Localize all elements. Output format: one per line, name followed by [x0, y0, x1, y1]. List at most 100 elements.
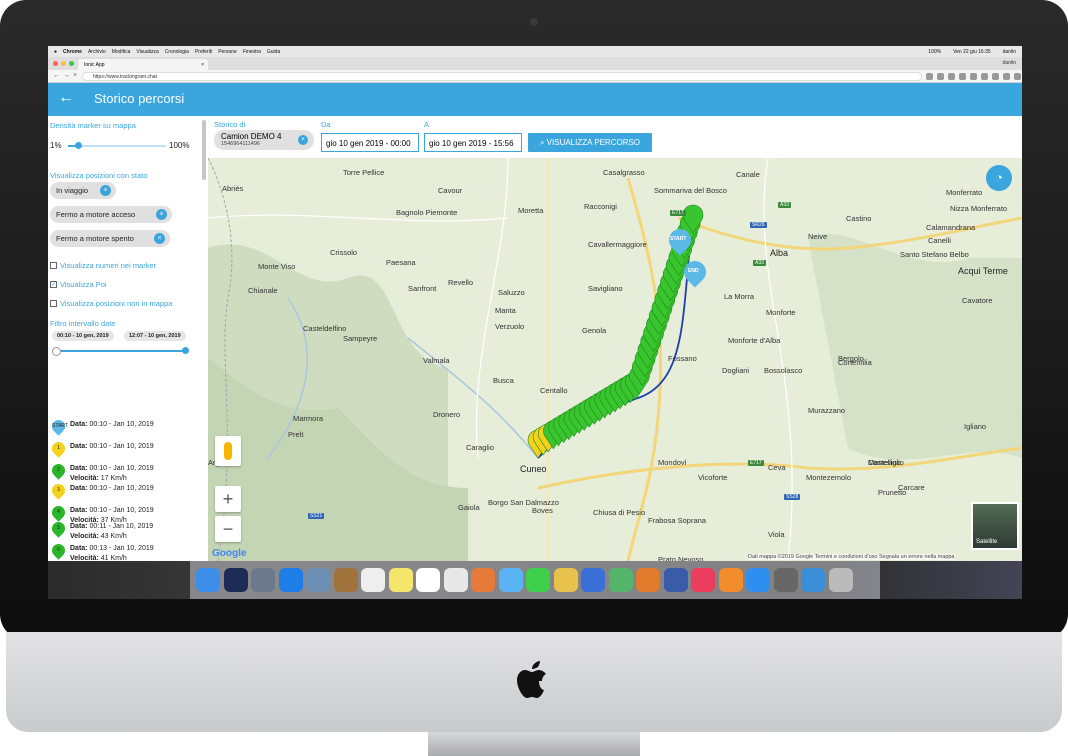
- checkbox-box[interactable]: ✓: [50, 281, 57, 288]
- zoom-out-button[interactable]: −: [215, 516, 241, 542]
- checkbox-show-off-map[interactable]: Visualizza posizioni non in mappa: [50, 299, 172, 308]
- satellite-toggle[interactable]: Satellite: [971, 502, 1019, 550]
- from-date-input[interactable]: gio 10 gen 2019 - 00:00: [321, 133, 419, 152]
- extension-icon[interactable]: [981, 73, 988, 80]
- dock-app-icon[interactable]: [333, 568, 358, 592]
- dock-app-icon[interactable]: [581, 568, 605, 592]
- arrow-left-icon[interactable]: ←: [58, 89, 74, 107]
- dock-app-icon[interactable]: [416, 568, 440, 592]
- map-town-label: Frabosa Soprana: [648, 516, 706, 525]
- map-town-label: Paesana: [386, 258, 416, 267]
- dock-app-icon[interactable]: [773, 568, 798, 592]
- menu-item-view[interactable]: Visualizza: [136, 49, 158, 55]
- status-chip-in-viaggio[interactable]: In viaggio ×: [50, 182, 116, 199]
- menu-item-history[interactable]: Cronologia: [165, 49, 189, 55]
- checkbox-show-poi[interactable]: ✓ Visualizza Poi: [50, 280, 107, 289]
- map-town-label: Abriès: [222, 184, 244, 193]
- speedometer-icon[interactable]: ◔: [986, 165, 1012, 191]
- status-chip-engine-on[interactable]: Fermo a motore acceso ×: [50, 206, 172, 223]
- dock-app-icon[interactable]: [801, 568, 825, 592]
- dock-app-icon[interactable]: [553, 568, 578, 592]
- dock-app-icon[interactable]: [663, 568, 688, 592]
- sidebar-scrollbar[interactable]: [202, 120, 206, 180]
- map[interactable]: START END Casalgrasso Canale Cavour Torre P…: [208, 158, 1022, 561]
- dock-app-icon[interactable]: [196, 568, 220, 592]
- street-view-pegman-icon[interactable]: [215, 436, 241, 466]
- interval-start-knob[interactable]: [52, 347, 61, 356]
- menu-item-people[interactable]: Persone: [218, 49, 237, 55]
- map-attribution[interactable]: Dati mappa ©2019 Google Termini e condiz…: [748, 554, 955, 560]
- dock-app-icon[interactable]: [443, 568, 468, 592]
- tab-close-icon[interactable]: ×: [201, 62, 204, 68]
- checkbox-box[interactable]: [50, 300, 57, 307]
- density-min: 1%: [50, 141, 62, 150]
- dock-app-icon[interactable]: [251, 568, 275, 592]
- zoom-in-button[interactable]: +: [215, 486, 241, 512]
- map-town-label: Casalgrasso: [603, 168, 645, 177]
- dock-app-icon[interactable]: [278, 568, 303, 592]
- map-town-label: Revello: [448, 278, 474, 287]
- extension-icon[interactable]: [948, 73, 955, 80]
- dock-app-icon[interactable]: [388, 568, 413, 592]
- dock-app-icon[interactable]: [361, 568, 385, 592]
- browser-tab[interactable]: Ionic App ×: [78, 59, 208, 70]
- menu-item-help[interactable]: Guida: [267, 49, 280, 55]
- stop-icon[interactable]: ×: [73, 72, 77, 79]
- zoom-window-icon[interactable]: [69, 61, 74, 66]
- density-slider[interactable]: [68, 145, 166, 147]
- url-field[interactable]: https://www.trackingram.chat: [82, 72, 922, 81]
- minimize-window-icon[interactable]: [61, 61, 66, 66]
- extension-icon[interactable]: [926, 73, 933, 80]
- extension-icon[interactable]: [1003, 73, 1010, 80]
- battery-level[interactable]: 100%: [928, 49, 941, 55]
- map-town-label: Cavour: [438, 186, 463, 195]
- dock-app-icon[interactable]: [691, 568, 715, 592]
- to-date-input[interactable]: gio 10 gen 2019 - 15:56: [424, 133, 522, 152]
- dock-app-icon[interactable]: [828, 568, 853, 592]
- dock-app-icon[interactable]: [718, 568, 743, 592]
- extension-icon[interactable]: [959, 73, 966, 80]
- menu-app-name[interactable]: Chrome: [63, 49, 82, 55]
- close-icon[interactable]: ×: [298, 135, 308, 145]
- extension-icon[interactable]: [992, 73, 999, 80]
- apple-menu-icon[interactable]: ●: [54, 49, 57, 55]
- menu-item-bookmarks[interactable]: Preferiti: [195, 49, 212, 55]
- extension-icon[interactable]: [970, 73, 977, 80]
- menu-item-file[interactable]: Archivio: [88, 49, 106, 55]
- menu-item-edit[interactable]: Modifica: [112, 49, 131, 55]
- profile-name[interactable]: danilo: [1003, 60, 1016, 66]
- dock-app-icon[interactable]: [223, 568, 248, 592]
- vehicle-chip[interactable]: Camion DEMO 4 1546964111496 ×: [214, 130, 314, 150]
- checkbox-label: Visualizza posizioni non in mappa: [60, 299, 173, 308]
- position-date: 00:10 - Jan 10, 2019: [89, 485, 154, 492]
- map-town-label: Bagnolo Piemonte: [396, 208, 458, 217]
- menubar-user[interactable]: danilo: [1003, 49, 1016, 55]
- status-chip-engine-off[interactable]: Fermo a motore spento ×: [50, 230, 170, 247]
- close-icon[interactable]: ×: [154, 233, 165, 244]
- dock-app-icon[interactable]: [608, 568, 633, 592]
- menu-item-window[interactable]: Finestra: [243, 49, 261, 55]
- start-marker-label: START: [670, 236, 687, 242]
- interval-slider[interactable]: [56, 350, 186, 352]
- dock-app-icon[interactable]: [306, 568, 330, 592]
- checkbox-box[interactable]: [50, 262, 57, 269]
- checkbox-show-numbers[interactable]: Visualizza numeri nei marker: [50, 261, 156, 270]
- close-window-icon[interactable]: [53, 61, 58, 66]
- show-route-button[interactable]: ⌕ VISUALIZZA PERCORSO: [528, 133, 652, 152]
- density-slider-knob[interactable]: [74, 142, 82, 149]
- dock-app-icon[interactable]: [471, 568, 495, 592]
- menubar-clock[interactable]: Ven 22 giu 16:35: [953, 49, 991, 55]
- interval-end-knob[interactable]: [182, 347, 189, 354]
- close-icon[interactable]: ×: [156, 209, 167, 220]
- interval-start-pill: 00:10 - 10 gen, 2019: [52, 331, 114, 341]
- extension-icon[interactable]: [1014, 73, 1021, 80]
- dock-app-icon[interactable]: [636, 568, 660, 592]
- road-label: A33: [753, 260, 766, 266]
- dock-app-icon[interactable]: [746, 568, 770, 592]
- dock-app-icon[interactable]: [526, 568, 550, 592]
- extension-icon[interactable]: [937, 73, 944, 80]
- back-icon[interactable]: ←: [53, 72, 60, 79]
- close-icon[interactable]: ×: [100, 185, 111, 196]
- forward-icon[interactable]: →: [63, 72, 70, 79]
- dock-app-icon[interactable]: [498, 568, 523, 592]
